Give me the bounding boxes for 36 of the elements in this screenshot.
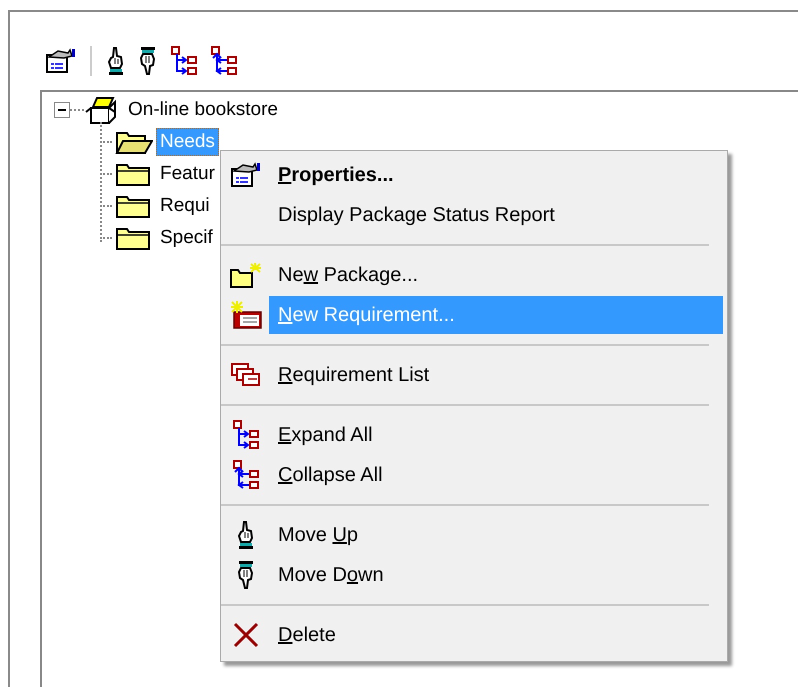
new-folder-icon [230,262,262,288]
properties-icon [231,162,261,188]
expand-tree-icon [170,46,198,76]
tree-item[interactable]: Specif [156,224,217,252]
folder-icon [115,129,153,155]
folder-icon [115,193,153,219]
hand-down-icon [138,46,158,76]
menu-item[interactable]: Display Package Status Report [269,196,723,234]
delete-x-icon [233,622,259,648]
hand-up-icon [236,520,256,550]
collapse-toggle[interactable] [54,102,70,118]
tree-item[interactable]: Requi [156,192,214,220]
stacked-cards-icon [231,363,261,387]
folder-icon [115,225,153,251]
menu-item[interactable]: Move Up [269,516,723,554]
hand-up-icon [106,46,126,76]
collapse-tree-icon [232,460,260,490]
tree-item[interactable]: On-line bookstore [124,96,282,124]
folder-icon [115,161,153,187]
collapse-all-button[interactable] [208,46,240,76]
menu-item[interactable]: Delete [269,616,723,654]
hand-down-icon [236,560,256,590]
properties-icon [46,48,76,74]
collapse-tree-icon [210,46,238,76]
expand-tree-icon [232,420,260,450]
properties-button[interactable] [44,48,78,74]
menu-item[interactable]: Requirement List [269,356,723,394]
menu-item[interactable]: Collapse All [269,456,723,494]
open-box-icon [84,95,118,125]
new-card-icon [230,301,262,329]
tree-item[interactable]: Featur [156,160,219,188]
expand-all-button[interactable] [168,46,200,76]
menu-item[interactable]: Expand All [269,416,723,454]
menu-item[interactable]: Move Down [269,556,723,594]
menu-item[interactable]: New Package... [269,256,723,294]
menu-item[interactable]: Properties... [269,156,723,194]
